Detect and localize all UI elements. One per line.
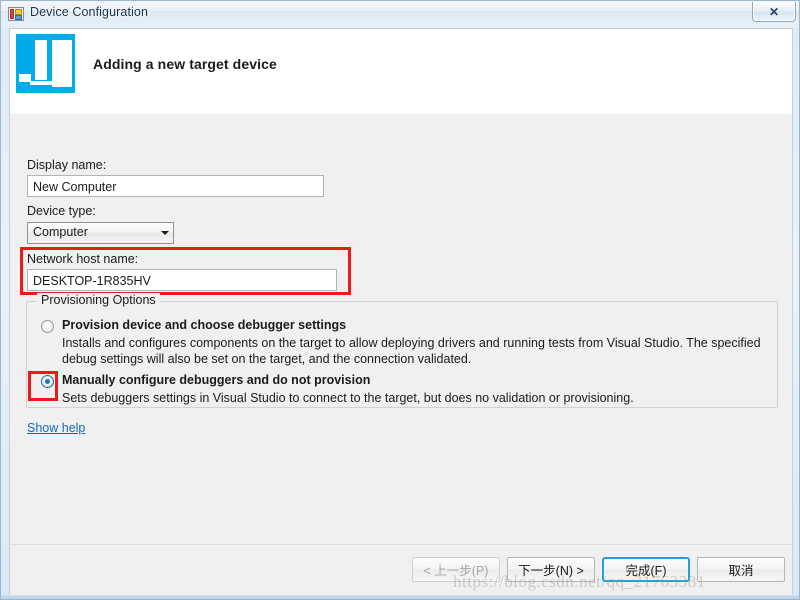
close-button[interactable]: ✕ xyxy=(752,2,796,22)
device-type-combobox[interactable]: Computer xyxy=(27,222,174,244)
radio-manual-configure-description: Sets debuggers settings in Visual Studio… xyxy=(62,391,634,405)
network-host-name-input[interactable] xyxy=(27,269,337,291)
dialog-client-area: Adding a new target device Display name:… xyxy=(9,28,793,595)
dialog-header: Adding a new target device xyxy=(10,29,792,114)
radio-provision-device-label: Provision device and choose debugger set… xyxy=(62,318,347,332)
chevron-down-icon xyxy=(161,231,169,235)
cancel-button[interactable]: 取消 xyxy=(697,557,785,582)
finish-button[interactable]: 完成(F) xyxy=(602,557,690,582)
window-form-icon xyxy=(8,7,24,21)
device-type-label: Device type: xyxy=(27,204,96,218)
dialog-footer: < 上一步(P) 下一步(N) > 完成(F) 取消 xyxy=(10,545,792,595)
page-title: Adding a new target device xyxy=(93,56,277,72)
radio-manual-configure[interactable] xyxy=(41,375,54,388)
title-bar: Device Configuration ✕ xyxy=(1,1,799,27)
provisioning-options-legend: Provisioning Options xyxy=(37,293,160,307)
device-computer-tablet-icon xyxy=(16,34,75,93)
device-type-value: Computer xyxy=(33,225,88,239)
network-host-name-label: Network host name: xyxy=(27,252,139,266)
radio-manual-configure-label: Manually configure debuggers and do not … xyxy=(62,373,371,387)
close-icon: ✕ xyxy=(768,4,780,19)
dialog-window: Device Configuration ✕ Adding a new targ… xyxy=(0,0,800,600)
window-title: Device Configuration xyxy=(30,5,149,19)
display-name-input[interactable] xyxy=(27,175,324,197)
radio-provision-device-description: Installs and configures components on th… xyxy=(62,336,761,366)
radio-provision-device[interactable] xyxy=(41,320,54,333)
window-bottom-edge xyxy=(1,595,799,599)
show-help-link[interactable]: Show help xyxy=(27,421,85,435)
display-name-label: Display name: xyxy=(27,158,107,172)
back-button[interactable]: < 上一步(P) xyxy=(412,557,500,582)
dialog-body: Display name: Device type: Computer Netw… xyxy=(10,114,792,595)
next-button[interactable]: 下一步(N) > xyxy=(507,557,595,582)
